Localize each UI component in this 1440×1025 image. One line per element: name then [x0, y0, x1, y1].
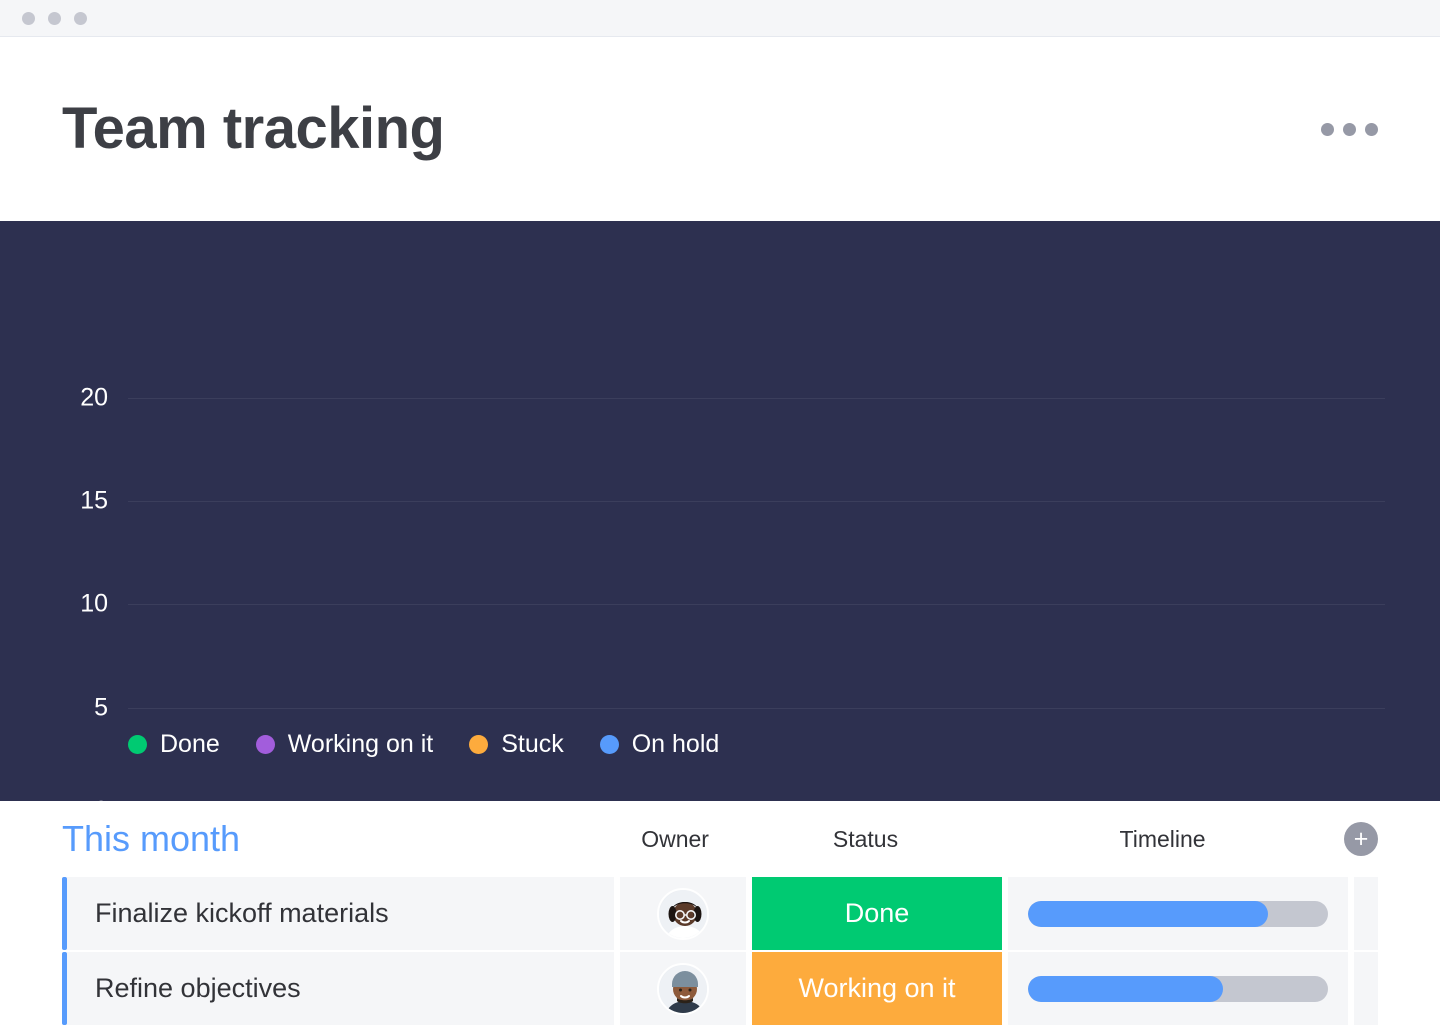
cell-empty — [1354, 877, 1378, 950]
y-axis-tick-label: 15 — [80, 486, 108, 515]
legend-label: On hold — [631, 730, 720, 758]
window-maximize-dot[interactable] — [74, 11, 87, 25]
cell-status[interactable]: Done — [752, 877, 1002, 950]
table-row[interactable]: Finalize kickoff materials Done — [62, 877, 1378, 950]
cell-timeline[interactable] — [1008, 952, 1348, 1025]
y-axis-tick-label: 10 — [80, 589, 108, 618]
legend-item[interactable]: Working on it — [255, 730, 434, 759]
legend-color-dot — [469, 735, 489, 754]
y-axis-tick-label: 20 — [80, 383, 108, 412]
kebab-menu-icon[interactable] — [1321, 122, 1378, 136]
chart-panel: 05101520 DoneWorking on itStuckOn hold — [0, 221, 1440, 801]
cell-empty — [1354, 952, 1378, 1025]
legend-label: Working on it — [287, 730, 434, 758]
legend-item[interactable]: Done — [128, 730, 220, 759]
chart-bar-slot — [1228, 346, 1385, 801]
y-axis-tick-label: 5 — [94, 693, 108, 722]
cell-task-name[interactable]: Finalize kickoff materials — [67, 877, 614, 950]
board-table-header: This month Owner Status Timeline + — [62, 801, 1379, 877]
chart-bar-slot — [1071, 346, 1228, 801]
legend-color-dot — [255, 735, 275, 754]
legend-label: Done — [160, 730, 220, 758]
timeline-track[interactable] — [1028, 975, 1328, 1002]
column-header-timeline[interactable]: Timeline — [993, 826, 1332, 853]
legend-color-dot — [128, 735, 147, 754]
column-header-owner[interactable]: Owner — [612, 826, 738, 853]
chart-legend: Done Working on it Stuck On hold — [128, 730, 719, 759]
legend-item[interactable]: Stuck — [469, 730, 564, 759]
avatar[interactable] — [657, 887, 709, 940]
group-title[interactable]: This month — [62, 821, 612, 857]
window-minimize-dot[interactable] — [48, 11, 61, 25]
cell-status[interactable]: Working on it — [752, 952, 1002, 1025]
legend-label: Stuck — [501, 730, 564, 758]
column-header-status[interactable]: Status — [738, 826, 993, 853]
chart-bar-slot — [914, 346, 1071, 801]
add-column-cell: + — [1332, 822, 1379, 856]
timeline-fill — [1028, 975, 1223, 1002]
board-table: This month Owner Status Timeline + Final… — [0, 801, 1440, 1025]
timeline-fill — [1028, 900, 1268, 927]
window-titlebar — [0, 0, 1440, 37]
cell-task-name[interactable]: Refine objectives — [67, 952, 614, 1025]
page-title: Team tracking — [62, 96, 445, 161]
legend-item[interactable]: On hold — [599, 730, 720, 759]
legend-color-dot — [599, 735, 619, 754]
board-rows: Finalize kickoff materials Done Refine obj… — [62, 877, 1378, 1025]
page-header: Team tracking — [0, 37, 1440, 221]
chart-bar-slot — [757, 346, 914, 801]
avatar[interactable] — [657, 962, 709, 1015]
cell-owner[interactable] — [620, 952, 746, 1025]
window-close-dot[interactable] — [22, 11, 35, 25]
table-row[interactable]: Refine objectives Working on it — [62, 952, 1378, 1025]
cell-owner[interactable] — [620, 877, 746, 950]
timeline-track[interactable] — [1028, 900, 1328, 927]
cell-timeline[interactable] — [1008, 877, 1348, 950]
add-column-button[interactable]: + — [1344, 822, 1379, 856]
